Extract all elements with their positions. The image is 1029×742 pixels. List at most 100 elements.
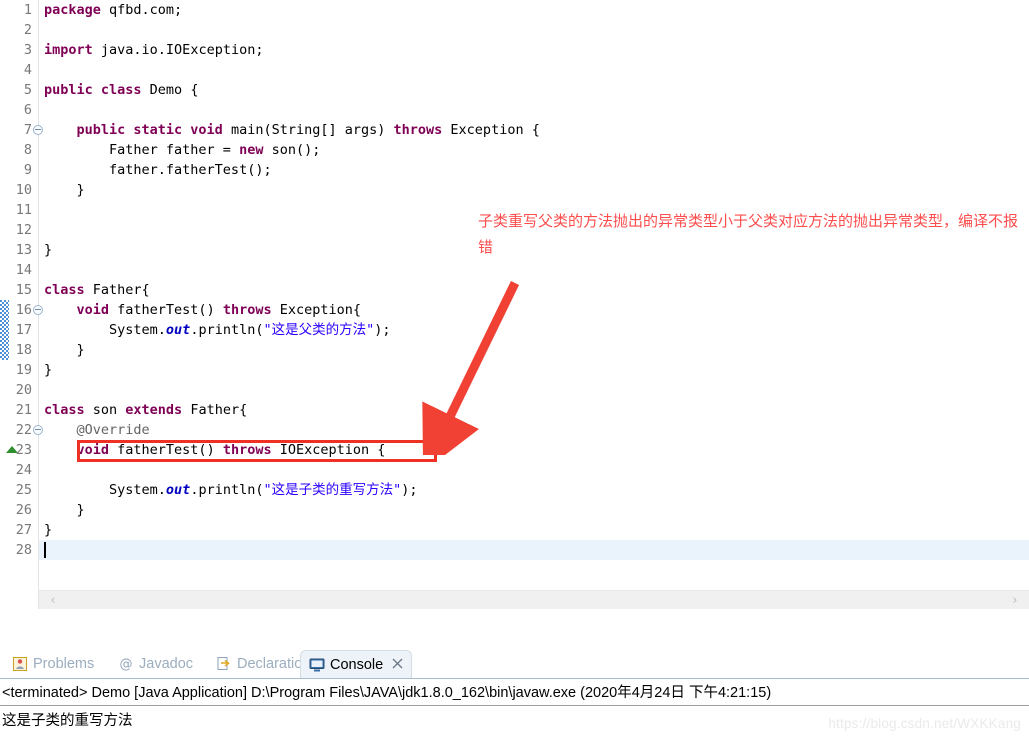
code-line[interactable]: 24 — [0, 460, 1029, 480]
code-line[interactable]: 4 — [0, 60, 1029, 80]
line-number: 6 — [23, 102, 32, 118]
fold-collapse-icon[interactable] — [33, 305, 43, 315]
code-text: } — [44, 182, 85, 198]
code-line[interactable]: 8 Father father = new son(); — [0, 140, 1029, 160]
code-line[interactable]: 15 class Father{ — [0, 280, 1029, 300]
text-caret — [44, 542, 46, 558]
code-line[interactable]: 21 class son extends Father{ — [0, 400, 1029, 420]
code-text: class son extends Father{ — [44, 402, 248, 418]
line-number: 26 — [15, 502, 32, 518]
code-text: void fatherTest() throws Exception{ — [76, 302, 362, 318]
tab-label: Console — [330, 656, 384, 673]
tab-label: Javadoc — [139, 656, 194, 672]
code-text: } — [44, 342, 85, 358]
line-number: 4 — [23, 62, 32, 78]
fold-collapse-icon[interactable] — [33, 125, 43, 135]
line-number: 3 — [23, 42, 32, 58]
line-number: 7 — [23, 122, 32, 138]
code-text: father.fatherTest(); — [44, 162, 272, 178]
line-number: 25 — [15, 482, 32, 498]
code-text: System.out.println("这是子类的重写方法"); — [44, 482, 418, 498]
line-number: 23 — [15, 442, 32, 458]
line-number: 27 — [15, 522, 32, 538]
code-line[interactable]: 22 @Override — [0, 420, 1029, 440]
code-editor[interactable]: 1 package qfbd.com; 2 3 import java.io.IOExc… — [0, 0, 1029, 618]
line-number: 15 — [15, 282, 32, 298]
watermark-text: https://blog.csdn.net/WXKKang — [828, 716, 1021, 731]
code-text: } — [44, 522, 53, 538]
code-text: class Father{ — [44, 282, 150, 298]
line-number: 1 — [23, 2, 32, 18]
tab-problems[interactable]: Problems — [4, 650, 102, 678]
code-text: import java.io.IOException; — [44, 42, 264, 58]
line-number: 13 — [15, 242, 32, 258]
line-number: 28 — [15, 542, 32, 558]
editor-horizontal-scrollbar[interactable]: ‹ › — [39, 590, 1029, 610]
code-line[interactable]: 16 void fatherTest() throws Exception{ — [0, 300, 1029, 320]
code-line[interactable]: 25 System.out.println("这是子类的重写方法"); — [0, 480, 1029, 500]
code-line[interactable]: 2 — [0, 20, 1029, 40]
code-line[interactable]: 5 public class Demo { — [0, 80, 1029, 100]
scroll-right-icon[interactable]: › — [1006, 591, 1024, 610]
code-text: package qfbd.com; — [44, 2, 183, 18]
code-text: public static void main(String[] args) t… — [76, 122, 540, 138]
tab-javadoc[interactable]: @ Javadoc — [110, 650, 201, 678]
code-text: @Override — [76, 422, 150, 438]
line-number: 11 — [15, 202, 32, 218]
line-number: 17 — [15, 322, 32, 338]
code-text: void fatherTest() throws IOException { — [76, 442, 386, 458]
console-launch-info: <terminated> Demo [Java Application] D:\… — [2, 685, 772, 701]
line-number: 12 — [15, 222, 32, 238]
code-line[interactable]: 7 public static void main(String[] args)… — [0, 120, 1029, 140]
code-line[interactable]: 27} — [0, 520, 1029, 540]
tab-close-icon[interactable] — [392, 658, 403, 672]
code-line[interactable]: 23 void fatherTest() throws IOException … — [0, 440, 1029, 460]
code-line[interactable]: 9 father.fatherTest(); — [0, 160, 1029, 180]
line-number: 22 — [15, 422, 32, 438]
line-number: 20 — [15, 382, 32, 398]
view-tab-bar[interactable]: Problems @ Javadoc Declaration Console — [0, 650, 1029, 678]
code-line[interactable]: 26 } — [0, 500, 1029, 520]
code-line[interactable]: 20 — [0, 380, 1029, 400]
problems-icon — [12, 656, 28, 672]
line-number: 8 — [23, 142, 32, 158]
code-line[interactable]: 1 package qfbd.com; — [0, 0, 1029, 20]
code-text: } — [44, 242, 53, 258]
code-line[interactable]: 18 } — [0, 340, 1029, 360]
line-number: 14 — [15, 262, 32, 278]
line-number: 10 — [15, 182, 32, 198]
tab-label: Problems — [33, 656, 95, 672]
line-number: 9 — [23, 162, 32, 178]
bottom-view-panel: Problems @ Javadoc Declaration Console <term… — [0, 617, 1029, 742]
console-icon — [309, 657, 325, 673]
code-text: } — [44, 502, 85, 518]
code-text: } — [44, 362, 53, 378]
tab-console[interactable]: Console — [300, 650, 413, 678]
line-number: 16 — [15, 302, 32, 318]
console-status-bar: <terminated> Demo [Java Application] D:\… — [0, 678, 1029, 705]
code-text: System.out.println("这是父类的方法"); — [44, 322, 391, 338]
declaration-icon — [216, 656, 232, 672]
code-line[interactable]: 19} — [0, 360, 1029, 380]
code-line[interactable]: 14 — [0, 260, 1029, 280]
annotation-text: 子类重写父类的方法抛出的异常类型小于父类对应方法的抛出异常类型，编译不报错 — [478, 212, 1019, 256]
line-number: 5 — [23, 82, 32, 98]
line-number: 2 — [23, 22, 32, 38]
javadoc-icon: @ — [118, 656, 134, 672]
panel-top-strip — [0, 617, 1029, 650]
console-output-text: 这是子类的重写方法 — [2, 713, 133, 729]
line-number: 21 — [15, 402, 32, 418]
code-line[interactable]: 17 System.out.println("这是父类的方法"); — [0, 320, 1029, 340]
scroll-left-icon[interactable]: ‹ — [44, 591, 62, 610]
code-line[interactable]: 3 import java.io.IOException; — [0, 40, 1029, 60]
code-line[interactable]: 6 — [0, 100, 1029, 120]
code-line[interactable]: 28 — [0, 540, 1029, 560]
code-line-list[interactable]: 1 package qfbd.com; 2 3 import java.io.IOExc… — [0, 0, 1029, 560]
line-number: 24 — [15, 462, 32, 478]
fold-collapse-icon[interactable] — [33, 425, 43, 435]
svg-text:@: @ — [120, 657, 133, 672]
code-text: public class Demo { — [44, 82, 199, 98]
code-text: Father father = new son(); — [44, 142, 321, 158]
line-number: 18 — [15, 342, 32, 358]
code-line[interactable]: 10 } — [0, 180, 1029, 200]
